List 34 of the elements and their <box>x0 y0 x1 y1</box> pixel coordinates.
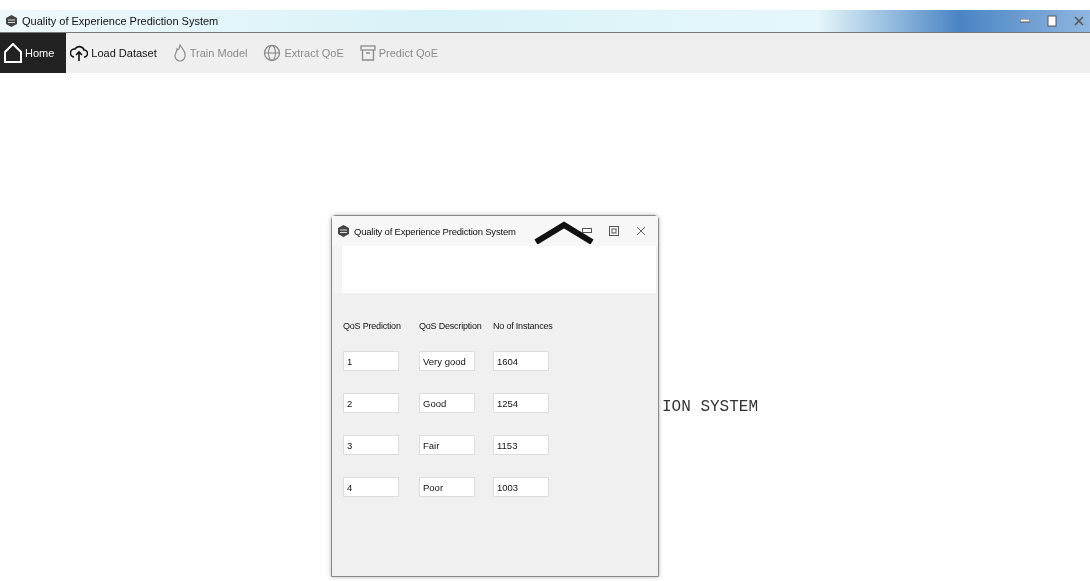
value-field[interactable]: Good <box>419 393 475 413</box>
value-field[interactable]: 1153 <box>493 435 549 455</box>
minimize-icon <box>1020 19 1030 23</box>
column-header: No of Instances <box>493 321 554 331</box>
value-field[interactable]: 1003 <box>493 477 549 497</box>
heading-text: ION SYSTEM <box>662 398 758 416</box>
minimize-icon <box>582 228 592 234</box>
column-header: QoS Prediction <box>343 321 402 331</box>
home-icon <box>4 43 22 63</box>
app-logo-icon <box>338 225 349 237</box>
column-header: QoS Description <box>419 321 483 331</box>
caret-icon <box>532 220 596 244</box>
value-field[interactable]: Fair <box>419 435 475 455</box>
restore-icon <box>1047 15 1057 27</box>
close-icon <box>636 226 646 236</box>
app-logo-icon <box>6 15 17 27</box>
maximize-icon <box>609 226 619 236</box>
window-title: Quality of Experience Prediction System <box>22 15 219 27</box>
archive-box-icon <box>359 45 376 61</box>
value-field[interactable]: 1254 <box>493 393 549 413</box>
value-field[interactable]: Poor <box>419 477 475 497</box>
value-field[interactable]: Very good <box>419 351 475 371</box>
value-field[interactable]: 4 <box>343 477 399 497</box>
toolbar-button[interactable]: Home <box>0 33 67 73</box>
cloud-upload-icon <box>70 44 89 62</box>
dialog-title: Quality of Experience Prediction System <box>354 225 516 237</box>
close-icon <box>1074 16 1084 26</box>
value-field[interactable]: 2 <box>343 393 399 413</box>
flame-icon <box>172 44 187 62</box>
value-field[interactable]: 1 <box>343 351 399 371</box>
value-field[interactable]: 1604 <box>493 351 549 371</box>
value-field[interactable]: 3 <box>343 435 399 455</box>
globe-icon <box>263 44 282 62</box>
toolbar-button[interactable]: Load Dataset <box>66 33 169 73</box>
